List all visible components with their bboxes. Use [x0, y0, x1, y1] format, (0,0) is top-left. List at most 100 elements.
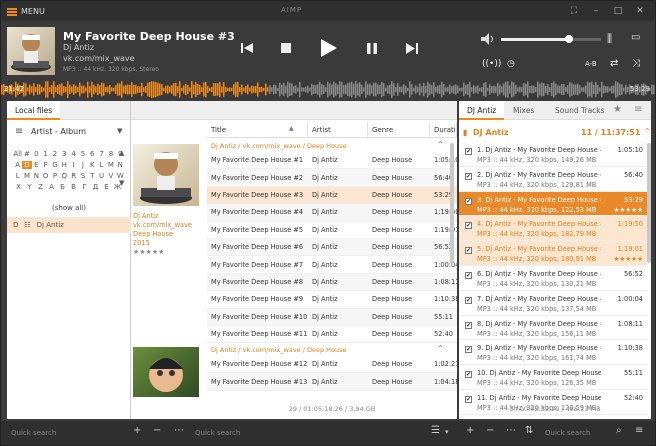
playlist-checkbox[interactable]: ✔ [465, 371, 472, 379]
playlist-quick-search[interactable]: Quick search [545, 426, 615, 440]
alpha-letter[interactable]: 1 [41, 150, 50, 158]
favorites-icon[interactable]: ★ [613, 104, 622, 115]
playlist-checkbox[interactable]: ✔ [465, 396, 472, 403]
alpha-letter[interactable]: P [50, 172, 59, 180]
playlist-item[interactable]: ✔ 10. Dj Antiz - My Favorite Deep House #… [459, 365, 647, 390]
grouping-menu-icon[interactable]: ≡ [15, 126, 23, 137]
alpha-letter[interactable]: Г [79, 183, 90, 191]
alpha-letter[interactable]: F [41, 161, 50, 169]
alpha-letter[interactable]: 3 [60, 150, 69, 158]
table-row[interactable]: My Favorite Deep House #6 Dj Antiz Deep Ho… [207, 239, 457, 257]
alpha-letter[interactable]: V [106, 172, 115, 180]
collapse-icon[interactable]: ⌃ [437, 140, 444, 149]
show-all-item[interactable]: (show all) [7, 204, 131, 212]
alpha-letter[interactable]: 0 [32, 150, 41, 158]
column-duration[interactable]: Duration [430, 122, 457, 138]
table-row[interactable]: My Favorite Deep House #3 Dj Antiz Deep Ho… [207, 186, 457, 205]
alpha-letter[interactable]: L [13, 172, 22, 180]
playlist-more-icon[interactable]: ⋯ [506, 425, 516, 436]
alpha-letter[interactable]: O [41, 172, 50, 180]
table-row[interactable]: My Favorite Deep House #5 Dj Antiz Deep Ho… [207, 222, 457, 239]
shuffle-icon[interactable]: ⤨ [632, 58, 640, 69]
alpha-letter[interactable]: D [22, 160, 32, 169]
alpha-letter[interactable]: S [78, 172, 87, 180]
table-row[interactable]: My Favorite Deep House #13 Dj Antiz Deep H… [207, 373, 457, 391]
grouping-select[interactable]: Artist - Album [31, 127, 86, 136]
alpha-letter[interactable]: R [69, 172, 78, 180]
add-icon[interactable]: + [133, 425, 141, 436]
remove-icon[interactable]: − [153, 425, 161, 436]
pause-icon[interactable] [367, 43, 377, 54]
sort-icon[interactable]: ⇅ [525, 425, 533, 436]
table-row[interactable]: My Favorite Deep House #7 Dj Antiz Deep Ho… [207, 256, 457, 274]
alpha-letter[interactable]: J [78, 161, 87, 169]
sort-asc-icon[interactable]: ▲ [289, 125, 294, 132]
alpha-letter[interactable]: Y [24, 183, 35, 191]
table-row[interactable]: My Favorite Deep House #4 Dj Antiz Deep Ho… [207, 204, 457, 222]
table-row[interactable]: My Favorite Deep House #9 Dj Antiz Deep Ho… [207, 291, 457, 309]
view-chevron-icon[interactable]: ▾ [445, 428, 449, 436]
fullscreen-button[interactable]: ⛶ [567, 5, 581, 17]
tab-dj-antiz[interactable]: DJ Antiz [459, 101, 505, 120]
tab-sound-tracks[interactable]: Sound Tracks [547, 101, 613, 120]
alpha-letter[interactable]: 4 [69, 150, 78, 158]
album-rating[interactable]: ★★★★★ [133, 248, 203, 256]
maximize-button[interactable]: □ [611, 5, 625, 17]
alpha-letter[interactable]: T [88, 172, 97, 180]
tab-local-files[interactable]: Local files [7, 101, 61, 120]
album-collapse-icon[interactable]: ⌃ [117, 152, 124, 161]
playlist-checkbox[interactable]: ✔ [465, 272, 472, 279]
display-icon[interactable]: ▭ [631, 32, 640, 43]
alpha-letter[interactable]: 7 [97, 150, 106, 158]
timer-icon[interactable]: ◷ [507, 59, 515, 69]
alpha-letter[interactable]: I [69, 161, 78, 169]
playlist-menu-icon[interactable]: ≡ [634, 104, 642, 115]
table-row[interactable]: My Favorite Deep House #8 Dj Antiz Deep Ho… [207, 273, 457, 292]
alpha-letter[interactable]: 2 [50, 150, 59, 158]
alpha-letter[interactable]: 8 [106, 150, 115, 158]
playlist-item[interactable]: ✔ 9. Dj Antiz - My Favorite Deep House #9… [459, 340, 647, 366]
chevron-down-icon[interactable]: ▼ [117, 127, 122, 135]
search-icon[interactable]: ⌕ [616, 425, 622, 436]
playlist-checkbox[interactable]: ✔ [465, 346, 472, 354]
alpha-letter[interactable]: G [50, 161, 59, 169]
column-artist[interactable]: Artist [308, 122, 368, 138]
playlist-item[interactable]: ✔ 5. Dj Antiz - My Favorite Deep House #5… [459, 241, 647, 266]
alpha-letter[interactable]: Д [90, 183, 101, 191]
alpha-letter[interactable]: В [68, 183, 79, 191]
alpha-letter[interactable]: А [46, 183, 57, 191]
playlist-item-rating[interactable]: ★★★★★ [613, 255, 643, 263]
alpha-letter[interactable]: # [22, 150, 31, 158]
previous-icon[interactable] [241, 42, 253, 54]
table-row[interactable]: My Favorite Deep House #10 Dj Antiz Deep H… [207, 308, 457, 326]
alpha-letter[interactable]: X [13, 183, 24, 191]
radio-icon[interactable]: ((•)) [482, 59, 501, 69]
playlist-checkbox[interactable]: ✔ [465, 321, 472, 329]
alpha-letter[interactable]: N [116, 161, 125, 169]
tracks-scrollbar[interactable] [450, 143, 454, 263]
table-row[interactable]: My Favorite Deep House #1 Dj Antiz Deep Ho… [207, 152, 457, 170]
alpha-letter[interactable]: K [88, 161, 97, 169]
tab-mixes[interactable]: Mixes [505, 101, 542, 120]
playlist-item[interactable]: ✔ 1. Dj Antiz - My Favorite Deep House #1… [459, 142, 647, 167]
table-row[interactable]: My Favorite Deep House #11 Dj Antiz Deep H… [207, 326, 457, 344]
alpha-letter[interactable]: M [106, 161, 115, 169]
playlist-item-rating[interactable]: ★★★★★ [613, 206, 643, 214]
playlist-checkbox[interactable]: ✔ [465, 172, 472, 180]
playlist-item[interactable]: ✔ 7. Dj Antiz - My Favorite Deep House #7… [459, 291, 647, 316]
play-icon[interactable] [321, 39, 337, 57]
alpha-letter[interactable]: Z [35, 183, 46, 191]
alpha-letter[interactable]: 5 [78, 150, 87, 158]
playlist-checkbox[interactable]: ✔ [465, 222, 472, 230]
alpha-letter[interactable]: Q [60, 172, 69, 180]
alpha-letter[interactable]: 6 [88, 150, 97, 158]
alpha-letter[interactable]: L [97, 161, 106, 169]
waveform-seekbar[interactable] [1, 79, 655, 100]
close-button[interactable]: ✕ [633, 5, 647, 17]
alpha-letter[interactable]: E [32, 161, 41, 169]
library-quick-search[interactable]: Quick search [11, 426, 121, 440]
playlist-scrollbar[interactable] [647, 143, 651, 263]
tracks-quick-search[interactable]: Quick search [195, 426, 395, 440]
minimize-button[interactable]: – [589, 5, 603, 17]
stop-icon[interactable] [281, 43, 291, 53]
